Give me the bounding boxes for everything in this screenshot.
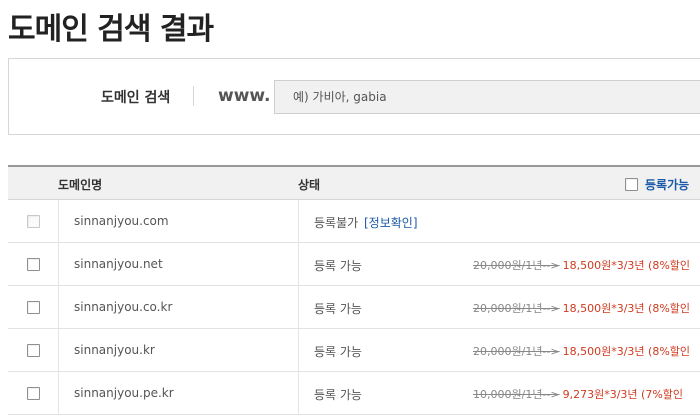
original-price: 20,000원/1년--> [473,345,560,358]
domain-search-input[interactable] [274,80,700,114]
info-check-link[interactable]: [정보확인] [364,216,418,230]
select-available-toggle[interactable]: 등록가능 [625,176,689,193]
domain-status: 등록 가능 [314,302,362,316]
domain-status: 등록불가 [정보확인] [314,214,418,231]
status-text: 등록불가 [314,216,359,230]
cell-divider [298,286,299,329]
original-price: 20,000원/1년--> [473,259,560,272]
discounted-price: 9,273원*3/3년 (7%할인 [562,388,684,401]
table-row: sinnanjyou.pe.kr 등록 가능 10,000원/1년--> 9,27… [8,372,700,415]
price-info: 20,000원/1년--> 18,500원*3/3년 (8%할인 [473,257,690,273]
cell-divider [298,200,299,243]
row-checkbox[interactable] [27,387,40,400]
price-info: 10,000원/1년--> 9,273원*3/3년 (7%할인 [473,386,683,402]
original-price: 20,000원/1년--> [473,302,560,315]
discounted-price: 18,500원*3/3년 (8%할인 [562,302,691,315]
cell-divider [58,329,59,372]
original-price: 10,000원/1년--> [473,388,560,401]
row-checkbox[interactable] [27,301,40,314]
cell-divider [58,372,59,415]
domain-name: sinnanjyou.pe.kr [74,386,174,400]
price-info: 20,000원/1년--> 18,500원*3/3년 (8%할인 [473,343,690,359]
cell-divider [298,329,299,372]
select-available-label: 등록가능 [645,178,690,192]
table-row: sinnanjyou.co.kr 등록 가능 20,000원/1년--> 18,5… [8,286,700,329]
domain-name: sinnanjyou.kr [74,343,155,357]
domain-name: sinnanjyou.net [74,257,163,271]
price-info: 20,000원/1년--> 18,500원*3/3년 (8%할인 [473,300,690,316]
cell-divider [58,243,59,286]
cell-divider [298,372,299,415]
cell-divider [58,286,59,329]
search-panel: 도메인 검색 www. [8,58,700,135]
discounted-price: 18,500원*3/3년 (8%할인 [562,259,691,272]
cell-divider [58,200,59,243]
domain-name: sinnanjyou.com [74,214,169,228]
column-header-domain: 도메인명 [58,178,103,192]
discounted-price: 18,500원*3/3년 (8%할인 [562,345,691,358]
domain-status: 등록 가능 [314,388,362,402]
search-label: 도메인 검색 [101,90,171,106]
page-title: 도메인 검색 결과 [8,12,214,47]
table-header: 도메인명 상태 등록가능 [8,167,700,200]
select-all-available-checkbox[interactable] [625,178,638,191]
www-prefix: www. [218,86,271,106]
row-checkbox[interactable] [27,215,40,228]
search-divider [193,86,194,106]
table-row: sinnanjyou.com 등록불가 [정보확인] [8,200,700,243]
domain-name: sinnanjyou.co.kr [74,300,173,314]
table-row: sinnanjyou.net 등록 가능 20,000원/1년--> 18,500… [8,243,700,286]
row-checkbox[interactable] [27,258,40,271]
cell-divider [298,243,299,286]
column-header-status: 상태 [298,178,321,192]
domain-results-table: 도메인명 상태 등록가능 sinnanjyou.com 등록불가 [정보확인] … [8,165,700,420]
domain-status: 등록 가능 [314,259,362,273]
row-checkbox[interactable] [27,344,40,357]
domain-status: 등록 가능 [314,345,362,359]
table-row: sinnanjyou.kr 등록 가능 20,000원/1년--> 18,500원… [8,329,700,372]
